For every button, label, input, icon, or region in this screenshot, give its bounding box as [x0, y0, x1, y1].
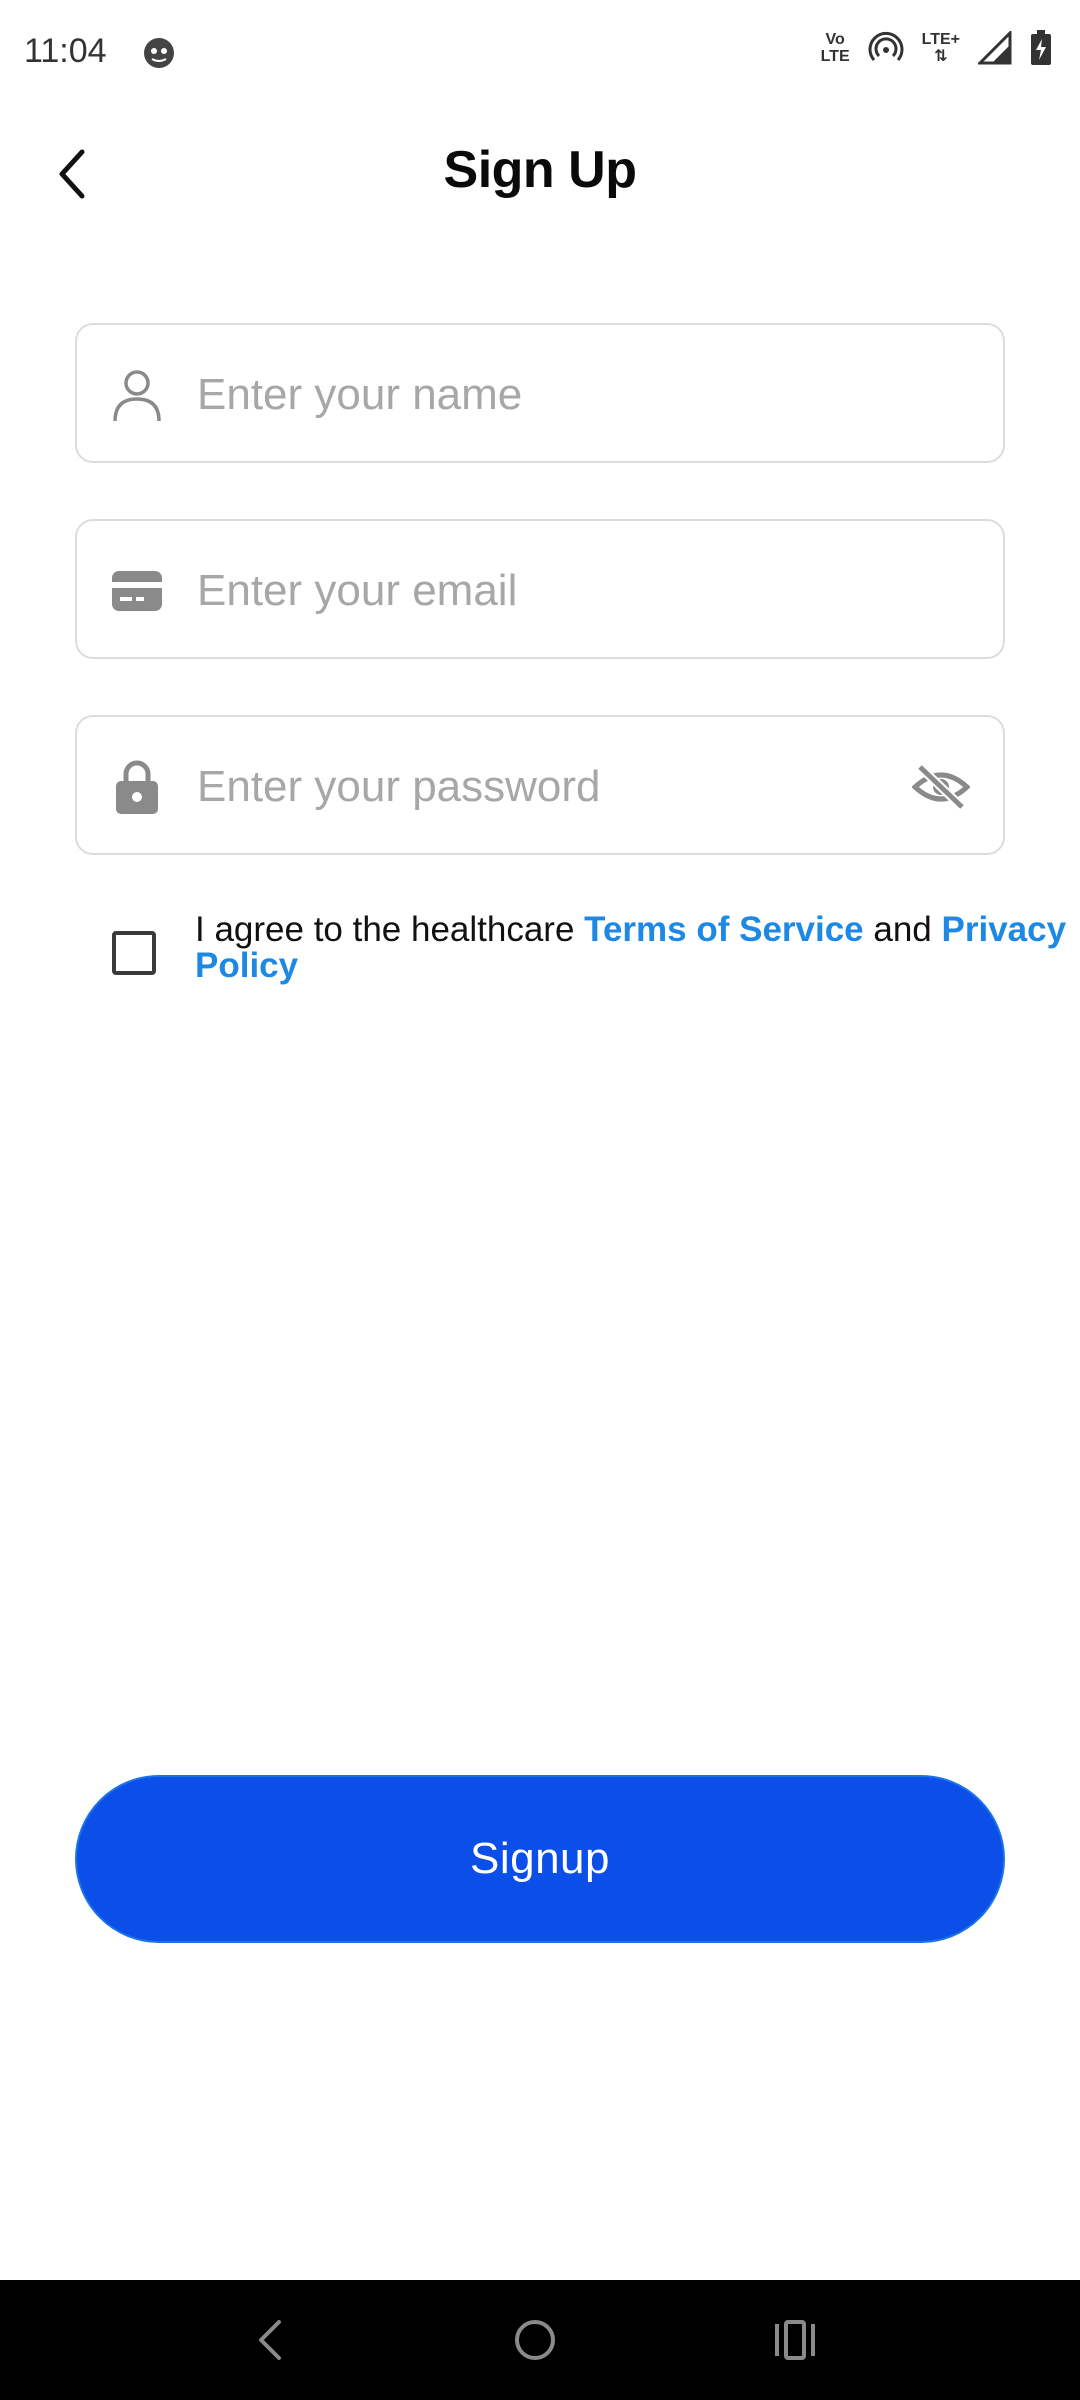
status-bar: 11:04 Vo LTE LTE+ ⇅ — [0, 0, 1080, 108]
agreement-text-before: I agree to the healthcare — [195, 910, 585, 949]
signup-screen: 11:04 Vo LTE LTE+ ⇅ Sign Up Enter your n… — [0, 0, 1080, 2400]
volte-line1: Vo — [825, 31, 845, 48]
page-title: Sign Up — [443, 141, 637, 199]
terms-of-service-link[interactable]: Terms of Service — [584, 910, 864, 949]
email-input[interactable] — [197, 551, 957, 631]
signup-button-label: Signup — [469, 1834, 610, 1883]
volte-indicator: Vo LTE — [821, 31, 850, 65]
lock-icon — [109, 759, 165, 815]
name-input[interactable] — [197, 355, 957, 435]
battery-icon — [1030, 30, 1052, 66]
lte-arrows: ⇅ — [934, 48, 948, 65]
system-nav-bar — [0, 2280, 1080, 2400]
hotspot-icon — [868, 30, 904, 66]
status-icons: Vo LTE LTE+ ⇅ — [821, 30, 1052, 66]
nav-home-icon — [515, 2320, 555, 2360]
agreement-row: I agree to the healthcare Terms of Servi… — [110, 912, 1066, 1002]
nav-home-button[interactable] — [505, 2310, 565, 2370]
volte-line2: LTE — [820, 48, 850, 65]
name-field[interactable] — [75, 323, 1005, 463]
nav-back-button[interactable] — [240, 2310, 300, 2370]
lte-plus-label: LTE+ — [921, 31, 960, 48]
agree-checkbox[interactable] — [112, 931, 156, 975]
signal-icon — [978, 31, 1012, 65]
password-visibility-toggle[interactable] — [909, 757, 973, 817]
nav-back-icon — [259, 2320, 281, 2360]
app-notification-icon — [142, 36, 176, 70]
signup-button[interactable]: Signup — [75, 1775, 1005, 1943]
password-field[interactable] — [75, 715, 1005, 855]
card-icon — [109, 563, 165, 619]
nav-recents-button[interactable] — [765, 2310, 825, 2370]
agreement-text: I agree to the healthcare Terms of Servi… — [195, 912, 1080, 984]
status-time: 11:04 — [24, 32, 107, 70]
email-field[interactable] — [75, 519, 1005, 659]
nav-recents-icon — [775, 2320, 815, 2360]
agreement-text-middle: and — [863, 910, 942, 949]
person-icon — [109, 367, 165, 423]
password-input[interactable] — [197, 747, 957, 827]
eye-off-icon — [912, 763, 970, 811]
lte-plus-indicator: LTE+ ⇅ — [922, 31, 960, 65]
